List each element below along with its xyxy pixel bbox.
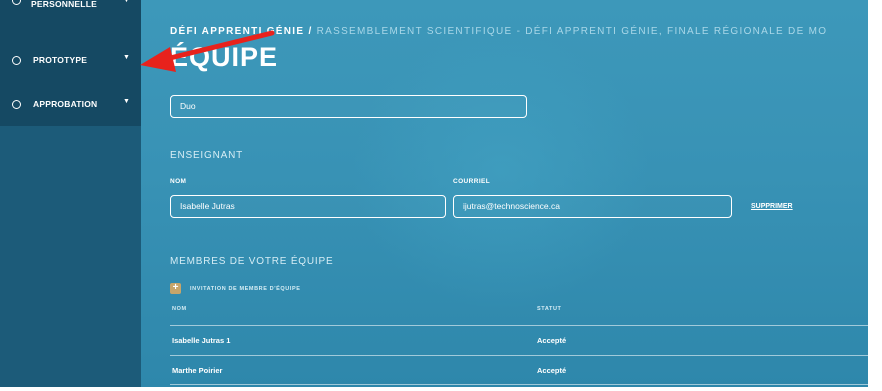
plus-icon[interactable]: + (170, 283, 181, 294)
invite-member-button[interactable]: INVITATION DE MEMBRE D'ÉQUIPE (190, 286, 300, 292)
member-status: Accepté (537, 366, 567, 375)
members-heading: MEMBRES DE VOTRE ÉQUIPE (170, 256, 334, 267)
teacher-email-label: COURRIEL (453, 178, 491, 185)
table-divider (170, 384, 868, 385)
radio-circle-icon (12, 0, 21, 5)
member-status: Accepté (537, 336, 567, 345)
teacher-heading: ENSEIGNANT (170, 150, 244, 161)
sidebar: PERSONNELLE ▼ PROTOTYPE ▼ APPROBATION ▼ (0, 0, 141, 387)
member-name: Isabelle Jutras 1 (172, 336, 231, 345)
column-header-status: STATUT (537, 306, 562, 312)
delete-teacher-link[interactable]: SUPPRIMER (751, 203, 793, 210)
radio-circle-icon (12, 56, 21, 65)
sidebar-item-personnelle[interactable]: PERSONNELLE ▼ (0, 0, 141, 24)
teacher-name-field[interactable]: Isabelle Jutras (170, 195, 446, 218)
caret-down-icon: ▼ (123, 54, 130, 61)
radio-circle-icon (12, 100, 21, 109)
team-name-field[interactable]: Duo (170, 95, 527, 118)
sidebar-item-approbation[interactable]: APPROBATION ▼ (0, 94, 141, 118)
main-content: DÉFI APPRENTI GÉNIE / RASSEMBLEMENT SCIE… (141, 0, 868, 387)
table-divider (170, 325, 868, 326)
sidebar-item-prototype[interactable]: PROTOTYPE ▼ (0, 50, 141, 74)
breadcrumb-path[interactable]: RASSEMBLEMENT SCIENTIFIQUE - DÉFI APPREN… (317, 26, 828, 37)
app-frame: PERSONNELLE ▼ PROTOTYPE ▼ APPROBATION ▼ … (0, 0, 868, 387)
sidebar-item-label: PERSONNELLE (31, 0, 97, 9)
screenshot-border-bottom (0, 387, 882, 391)
teacher-email-field[interactable]: ijutras@technoscience.ca (453, 195, 732, 218)
breadcrumb-separator: / (308, 26, 313, 37)
breadcrumb-current[interactable]: DÉFI APPRENTI GÉNIE (170, 26, 304, 37)
sidebar-item-label: APPROBATION (33, 99, 98, 109)
column-header-name: NOM (172, 306, 187, 312)
sidebar-item-label: PROTOTYPE (33, 55, 88, 65)
table-divider (170, 355, 868, 356)
background-decoration (351, 30, 651, 310)
teacher-name-label: NOM (170, 178, 187, 185)
caret-down-icon: ▼ (123, 98, 130, 105)
page-title: ÉQUIPE (170, 42, 279, 72)
breadcrumb: DÉFI APPRENTI GÉNIE / RASSEMBLEMENT SCIE… (170, 26, 827, 37)
screenshot-border-right (868, 0, 882, 391)
member-name: Marthe Poirier (172, 366, 223, 375)
caret-down-icon: ▼ (123, 0, 130, 4)
